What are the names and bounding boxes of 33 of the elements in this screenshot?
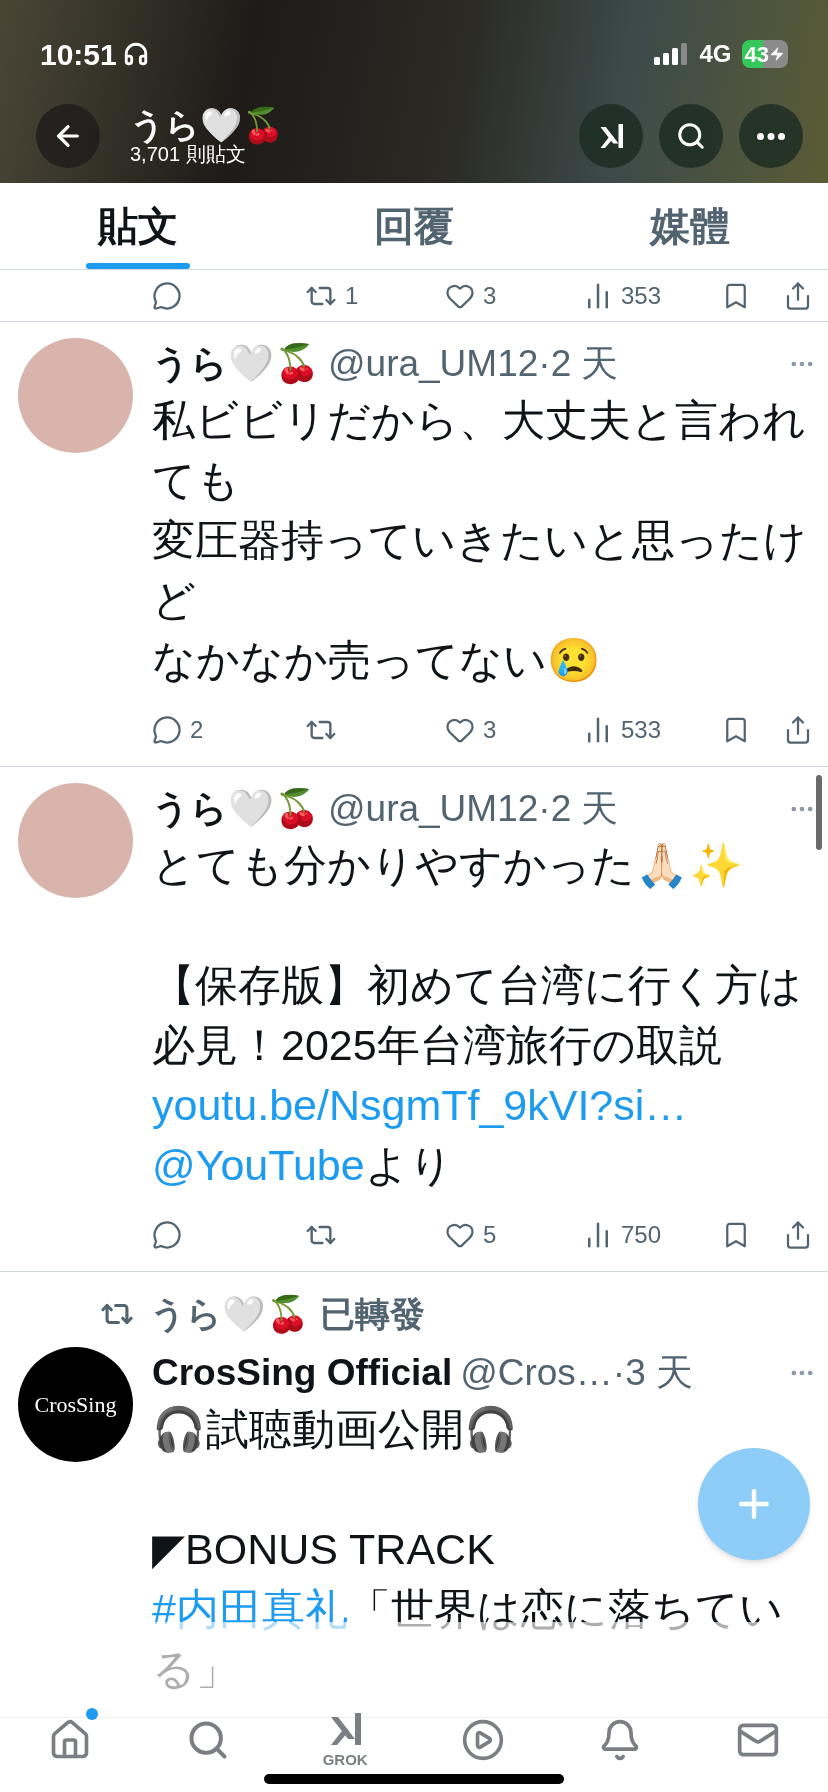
handle-and-time[interactable]: @Cros…·3 天 (460, 1344, 693, 1401)
author-name[interactable]: うら🤍🍒 (152, 336, 320, 392)
grok-label: GROK (322, 1749, 368, 1770)
post-text: #内田真礼「世界は恋に落ちている」 (152, 1583, 784, 1695)
repost-count: 1 (345, 280, 359, 311)
tab[interactable]: 回覆 (276, 183, 552, 269)
post-text: ◤BONUS TRACK (152, 1523, 496, 1575)
network-label: 4G (699, 39, 732, 69)
post-text: 私ビビリだから、大丈夫と言われても (152, 395, 807, 506)
like-count: 5 (483, 1220, 497, 1250)
post-text: @YouTubeより (152, 1140, 454, 1191)
clock: 10:51 (40, 36, 117, 73)
views-count: 533 (621, 715, 662, 745)
post-text: なかなか売ってない😢 (152, 635, 602, 686)
post-count: 3,701 則貼文 (130, 144, 246, 164)
like-count: 3 (483, 280, 497, 311)
author-name[interactable]: CrosSing Official (152, 1344, 453, 1401)
reply-count: 2 (190, 715, 204, 745)
post-text: 🎧試聴動画公開🎧 (152, 1403, 519, 1455)
handle-and-time[interactable]: @ura_UM12·2 天 (328, 336, 619, 392)
tab[interactable]: 媒體 (552, 183, 828, 269)
post-text: 【保存版】初めて台湾に行く方は必見！2025年台湾旅行の取説 (152, 960, 803, 1071)
post-text: 変圧器持っていきたいと思ったけど (152, 515, 808, 626)
post-text: とても分かりやすかった🙏🏻✨ (152, 840, 744, 891)
reposted-by-label[interactable]: うら🤍🍒 已轉發 (150, 1288, 425, 1341)
tab[interactable]: 貼文 (0, 183, 276, 269)
views-count: 750 (621, 1220, 662, 1250)
views-count: 353 (621, 280, 662, 311)
author-name[interactable]: うら🤍🍒 (152, 781, 320, 837)
handle-and-time[interactable]: @ura_UM12·2 天 (328, 781, 619, 837)
avatar-logo[interactable]: CrosSing (18, 1346, 133, 1462)
like-count: 3 (483, 715, 497, 745)
battery-indicator: 43 (741, 40, 788, 68)
